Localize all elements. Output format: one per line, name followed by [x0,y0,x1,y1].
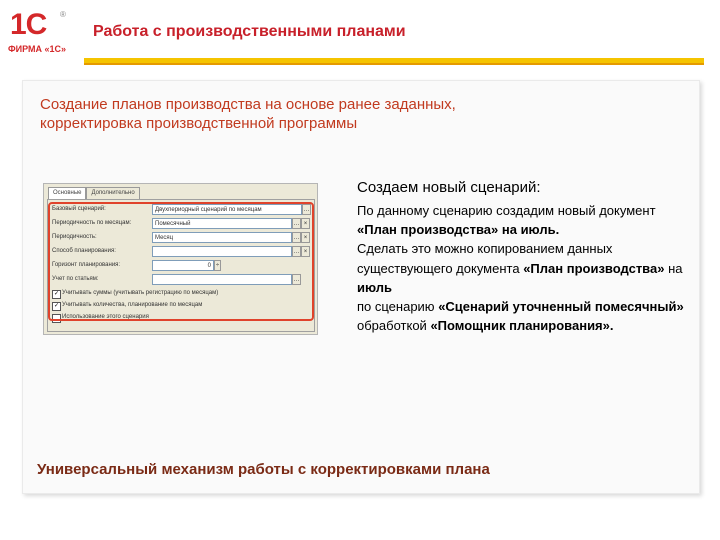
text-run-bold: «План производства» на июль. [357,222,560,238]
page-title: Работа с производственными планами [93,23,406,40]
text-run-bold: «Сценарий уточненный помесячный» [438,299,684,315]
footer-caption: Универсальный механизм работы с корректи… [37,461,490,478]
text-run: по сценарию [357,299,435,315]
scenario-heading: Создаем новый сценарий: [357,179,541,196]
logo: 1С ® ФИРМА «1С» [8,8,74,58]
form-tabs: Основные Дополнительно [48,187,140,199]
logo-1c: 1С [10,8,47,41]
text-run-bold: «Помощник планирования». [430,318,614,334]
highlight-frame [48,202,314,321]
scenario-description: По данному сценарию создадим новый докум… [357,201,687,335]
tab-main[interactable]: Основные [48,187,87,199]
text-run: обработкой [357,318,427,334]
slide-subtitle: Создание планов производства на основе р… [40,96,456,132]
text-run: По данному сценарию создадим новый докум… [357,203,656,218]
text-run: на [668,260,683,276]
tab-additional[interactable]: Дополнительно [86,187,140,199]
registered-mark: ® [60,10,66,19]
text-run-bold: «План производства» [523,260,665,276]
text-run-bold: июль [357,279,393,295]
header-rule-shadow [84,63,704,65]
logo-firm: ФИРМА «1С» [8,44,67,54]
